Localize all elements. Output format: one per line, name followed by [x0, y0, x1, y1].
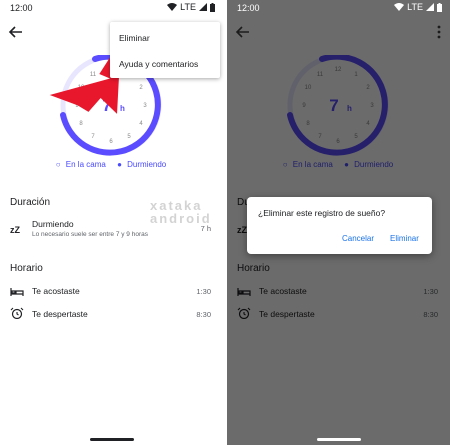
clock-number: 7 — [91, 134, 95, 140]
wifi-icon — [167, 3, 178, 11]
network-label: LTE — [180, 2, 196, 12]
status-time: 12:00 — [10, 3, 33, 13]
clock-number: 8 — [79, 121, 83, 127]
dialog-message: ¿Eliminar este registro de sueño? — [258, 208, 386, 218]
legend-in-bed: ○ En la cama — [55, 160, 106, 169]
overflow-menu: Eliminar Ayuda y comentarios — [110, 22, 220, 78]
status-time: 12:00 — [237, 3, 260, 13]
menu-item-help[interactable]: Ayuda y comentarios — [119, 59, 198, 69]
menu-item-delete[interactable]: Eliminar — [119, 33, 150, 43]
delete-confirm-dialog: ¿Eliminar este registro de sueño? Cancel… — [247, 197, 432, 254]
bedtime-label: Te acostaste — [32, 286, 80, 296]
bed-icon — [10, 288, 24, 296]
legend-sleeping: ● Durmiendo — [117, 160, 167, 169]
signal-icon — [199, 3, 207, 11]
more-vert-icon[interactable] — [434, 24, 444, 40]
clock-number: 2 — [139, 85, 143, 91]
clock-number: 5 — [127, 134, 131, 140]
clock-number: 3 — [143, 103, 147, 109]
cancel-button[interactable]: Cancelar — [342, 234, 374, 243]
signal-icon — [426, 3, 434, 11]
battery-icon — [437, 2, 442, 12]
bedtime-value: 1:30 — [196, 287, 211, 296]
duration-row-label: Durmiendo — [32, 219, 74, 229]
screen-dialog-open: 12 1 2 3 4 5 6 7 8 9 10 11 7 h ○ En la c… — [227, 0, 450, 445]
sleep-zz-icon: zZ — [10, 225, 21, 234]
gauge-legend: ○ En la cama ● Durmiendo — [0, 160, 225, 169]
clock-number: 4 — [139, 121, 143, 127]
battery-icon — [210, 2, 215, 12]
network-label: LTE — [407, 2, 423, 12]
home-indicator[interactable] — [317, 438, 361, 441]
svg-text:zZ: zZ — [10, 225, 21, 234]
duration-title: Duración — [10, 197, 51, 208]
wake-label: Te despertaste — [32, 309, 88, 319]
status-bar: 12:00 LTE — [0, 0, 225, 16]
wifi-icon — [394, 3, 405, 11]
wake-value: 8:30 — [196, 310, 211, 319]
duration-row-sub: Lo necesario suele ser entre 7 y 9 horas — [32, 231, 148, 238]
home-indicator[interactable] — [90, 438, 134, 441]
schedule-title: Horario — [10, 263, 43, 274]
confirm-delete-button[interactable]: Eliminar — [390, 234, 419, 243]
back-arrow-icon[interactable] — [8, 24, 24, 40]
alarm-clock-icon — [10, 307, 24, 319]
screen-menu-open: 12:00 LTE 12 1 2 3 4 5 6 7 8 9 10 11 7 h — [0, 0, 225, 445]
clock-number: 6 — [109, 139, 113, 145]
back-arrow-icon[interactable] — [235, 24, 251, 40]
watermark: xataka android — [150, 198, 212, 226]
status-bar: 12:00 LTE — [227, 0, 450, 16]
